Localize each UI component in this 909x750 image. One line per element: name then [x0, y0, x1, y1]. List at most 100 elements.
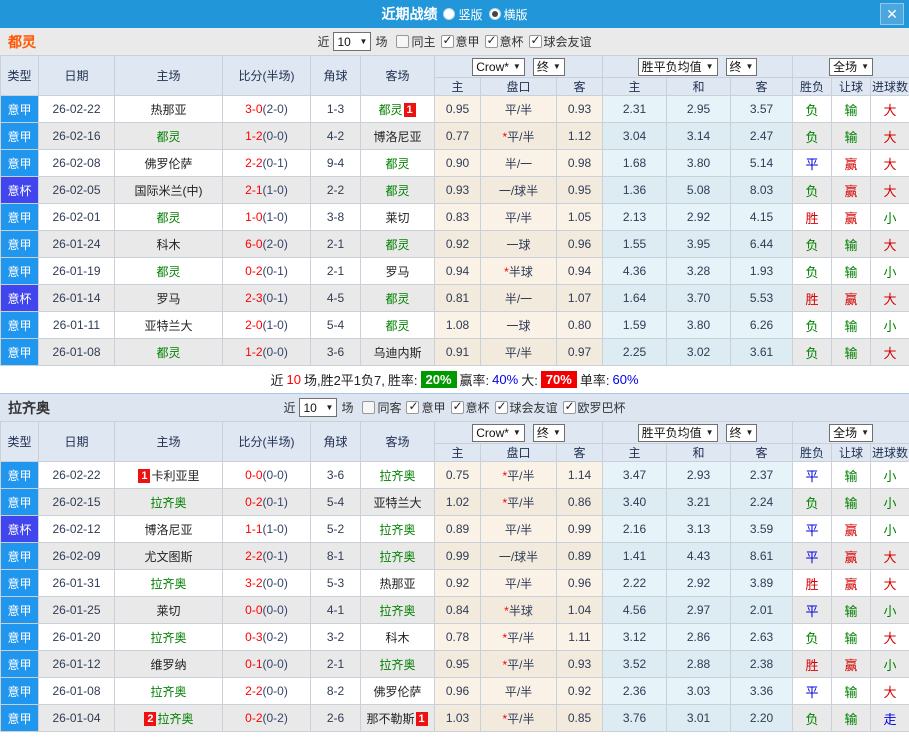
match-row: 意甲 26-02-15 拉齐奥 0-2(0-1) 5-4 亚特兰大 1.02 *平/半 0.86… [0, 488, 909, 516]
final-avg-select[interactable]: 终 ▼ [725, 423, 758, 442]
chevron-down-icon: ▼ [359, 37, 368, 46]
home-team: 拉齐奥 [114, 677, 223, 705]
match-count-select[interactable]: 10 ▼ [333, 32, 372, 51]
final-avg-select[interactable]: 终 ▼ [725, 57, 758, 76]
corner-count: 8-2 [310, 677, 361, 705]
checkbox-unchecked-icon[interactable] [396, 35, 410, 48]
radio-icon[interactable] [488, 8, 501, 20]
checkbox-checked-icon[interactable] [484, 33, 498, 48]
avg-away: 3.59 [730, 515, 794, 543]
games-label: 场 [375, 35, 388, 49]
filter-checkbox-意甲[interactable]: 意甲 [406, 399, 446, 416]
filter-checkbox-意甲[interactable]: 意甲 [440, 33, 480, 50]
sub-col-avg-away: 客 [730, 77, 794, 96]
full-match-select[interactable]: 全场 ▼ [829, 423, 874, 442]
col-date: 日期 [38, 421, 115, 462]
avg-draw: 3.03 [666, 677, 732, 705]
filter-checkbox-同主[interactable]: 同主 [396, 33, 436, 50]
odds-away: 0.85 [555, 704, 604, 732]
chevron-down-icon: ▼ [512, 62, 521, 71]
match-date: 26-01-12 [38, 650, 115, 678]
match-score: 0-0(0-0) [222, 461, 311, 489]
avg-odds-header: 胜平负均值 ▼ 终 ▼ [602, 421, 794, 444]
away-team: 拉齐奥 [360, 515, 435, 543]
avg-home: 2.31 [602, 95, 668, 123]
result: 胜 [792, 203, 833, 231]
match-date: 26-02-12 [38, 515, 115, 543]
filter-checkbox-label: 意杯 [499, 35, 524, 49]
checkbox-checked-icon[interactable] [494, 399, 508, 414]
home-team: 2 拉齐奥 [114, 704, 223, 732]
radio-vertical-layout[interactable]: 竖版 [443, 6, 483, 23]
checkbox-checked-icon[interactable] [440, 33, 454, 48]
result: 负 [792, 338, 833, 366]
filter-checkbox-欧罗巴杯[interactable]: 欧罗巴杯 [562, 399, 626, 416]
col-away: 客场 [360, 55, 435, 96]
handicap-result: 输 [831, 623, 872, 651]
bookmaker-select[interactable]: Crow* ▼ [472, 423, 525, 442]
away-team: 乌迪内斯 [360, 338, 435, 366]
filter-checkbox-意杯[interactable]: 意杯 [484, 33, 524, 50]
corner-count: 2-6 [310, 704, 361, 732]
radio-horizontal-layout[interactable]: 横版 [488, 6, 528, 23]
corner-count: 3-6 [310, 461, 361, 489]
match-score: 2-2(0-0) [222, 677, 311, 705]
match-date: 26-01-14 [38, 284, 115, 312]
odds-home: 0.95 [434, 650, 481, 678]
away-team: 都灵 [360, 230, 435, 258]
match-score: 0-2(0-1) [222, 488, 311, 516]
result: 负 [792, 230, 833, 258]
bookmaker-select[interactable]: Crow* ▼ [472, 57, 525, 76]
goals-result: 小 [870, 650, 909, 678]
win-rate-badge: 20% [420, 371, 457, 388]
handicap-line: 平/半 [480, 515, 557, 543]
final-odds-select[interactable]: 终 ▼ [532, 57, 565, 76]
filter-checkbox-球会友谊[interactable]: 球会友谊 [494, 399, 558, 416]
sub-col-avg-home: 主 [602, 443, 668, 462]
corner-count: 1-3 [310, 95, 361, 123]
away-team: 都灵 [360, 149, 435, 177]
avg-odds-select[interactable]: 胜平负均值 ▼ [637, 57, 718, 76]
odds-away: 1.14 [555, 461, 604, 489]
final-odds-select[interactable]: 终 ▼ [532, 423, 565, 442]
match-type: 意甲 [0, 704, 39, 732]
checkbox-unchecked-icon[interactable] [362, 401, 376, 414]
match-date: 26-01-20 [38, 623, 115, 651]
match-score: 2-3(0-1) [222, 284, 311, 312]
filter-checkbox-同客[interactable]: 同客 [362, 399, 401, 416]
checkbox-checked-icon[interactable] [528, 33, 542, 48]
odds-home: 0.83 [434, 203, 481, 231]
full-match-select[interactable]: 全场 ▼ [829, 57, 874, 76]
red-card-badge: 1 [403, 102, 416, 117]
match-row: 意甲 26-01-08 都灵 1-2(0-0) 3-6 乌迪内斯 0.91 平/半 0.97 2.… [0, 338, 909, 366]
handicap-result: 赢 [831, 515, 872, 543]
avg-odds-select[interactable]: 胜平负均值 ▼ [637, 423, 718, 442]
match-row: 意甲 26-01-24 科木 6-0(2-0) 2-1 都灵 0.92 一球 0.96 1.55 3… [0, 230, 909, 258]
result: 平 [792, 596, 833, 624]
result: 平 [792, 515, 833, 543]
match-row: 意甲 26-02-22 1 卡利亚里 0-0(0-0) 3-6 拉齐奥 0.75 *平/半 1.1… [0, 461, 909, 489]
sub-col-result: 胜负 [792, 77, 833, 96]
match-row: 意甲 26-02-16 都灵 1-2(0-0) 4-2 博洛尼亚 0.77 *平/半 1.12 3… [0, 122, 909, 150]
chevron-down-icon: ▼ [512, 428, 521, 437]
match-score: 1-1(1-0) [222, 515, 311, 543]
sub-col-goals: 进球数 [870, 443, 909, 462]
chevron-down-icon: ▼ [552, 428, 561, 437]
odds-home: 0.84 [434, 596, 481, 624]
away-team: 都灵 [360, 284, 435, 312]
avg-odds-header: 胜平负均值 ▼ 终 ▼ [602, 55, 794, 78]
filter-checkbox-意杯[interactable]: 意杯 [450, 399, 490, 416]
avg-away: 1.93 [730, 257, 794, 285]
radio-icon[interactable] [443, 8, 456, 20]
checkbox-checked-icon[interactable] [450, 399, 464, 414]
filter-checkbox-球会友谊[interactable]: 球会友谊 [528, 33, 592, 50]
torino-summary-bar: 近 10 场,胜2平1负7, 胜率: 20% 赢率: 40% 大: 70% 单率: 60… [0, 366, 909, 394]
checkbox-checked-icon[interactable] [406, 399, 420, 414]
match-date: 26-01-08 [38, 338, 115, 366]
odds-home: 0.81 [434, 284, 481, 312]
avg-away: 3.61 [730, 338, 794, 366]
match-count-select[interactable]: 10 ▼ [299, 398, 338, 417]
close-button[interactable]: ✕ [880, 3, 904, 25]
handicap-result: 输 [831, 311, 872, 339]
checkbox-checked-icon[interactable] [562, 399, 576, 414]
